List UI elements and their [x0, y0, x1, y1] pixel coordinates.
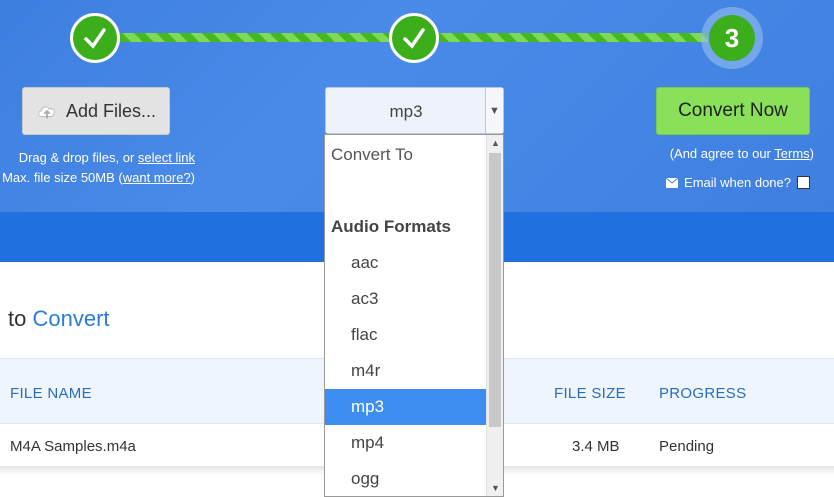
- agree-prefix: (And agree to our: [669, 146, 775, 161]
- dropdown-placeholder[interactable]: Convert To: [325, 137, 487, 173]
- format-select-value: mp3: [389, 102, 423, 121]
- agree-suffix: ): [809, 146, 814, 161]
- upload-hint: Drag & drop files, or select link Max. f…: [0, 148, 195, 188]
- dropdown-option-ogg[interactable]: ogg: [325, 461, 487, 496]
- mail-icon: [666, 177, 679, 188]
- dropdown-scrollbar[interactable]: ▲ ▼: [486, 135, 503, 496]
- want-more-link[interactable]: want more?: [123, 170, 191, 185]
- section-title-accent: Convert: [32, 306, 110, 331]
- column-file-name: FILE NAME: [10, 385, 92, 402]
- max-size-text: Max. file size 50MB (: [2, 170, 123, 185]
- step-3-current: 3: [701, 7, 763, 69]
- check-icon: [403, 28, 425, 49]
- convert-now-button[interactable]: Convert Now: [656, 87, 810, 135]
- step-1-complete: [70, 13, 120, 63]
- select-link[interactable]: select link: [138, 150, 195, 165]
- step-3-number: 3: [709, 15, 755, 61]
- dropdown-option-m4r[interactable]: m4r: [325, 353, 487, 389]
- email-checkbox[interactable]: [797, 176, 810, 189]
- step-2-complete: [389, 13, 439, 63]
- cloud-upload-icon: [38, 106, 55, 119]
- column-progress: PROGRESS: [659, 385, 747, 402]
- email-when-done-row: Email when done?: [640, 175, 810, 190]
- add-files-label: Add Files...: [65, 100, 157, 121]
- format-dropdown-list[interactable]: Convert To Audio Formats aac ac3 flac m4…: [324, 134, 504, 497]
- row-file-name: M4A Samples.m4a: [10, 438, 136, 455]
- max-size-close: ): [190, 170, 195, 185]
- terms-link[interactable]: Terms: [774, 146, 809, 161]
- dropdown-option-mp4[interactable]: mp4: [325, 425, 487, 461]
- row-progress: Pending: [659, 438, 715, 455]
- dropdown-group-header: Audio Formats: [331, 217, 451, 236]
- dropdown-option-ac3[interactable]: ac3: [325, 281, 487, 317]
- chevron-down-icon[interactable]: ▼: [485, 88, 503, 133]
- add-files-button[interactable]: Add Files...: [22, 87, 170, 135]
- column-file-size: FILE SIZE: [554, 385, 626, 402]
- scroll-thumb[interactable]: [489, 153, 501, 427]
- check-icon: [84, 28, 106, 49]
- progress-line-2: [438, 33, 708, 42]
- progress-line-1: [120, 33, 394, 42]
- dropdown-option-aac[interactable]: aac: [325, 245, 487, 281]
- terms-agreement: (And agree to our Terms): [644, 146, 814, 161]
- scroll-down-icon[interactable]: ▼: [487, 480, 503, 496]
- row-file-size: 3.4 MB: [572, 438, 620, 455]
- dropdown-option-mp3[interactable]: mp3: [325, 389, 487, 425]
- section-title-prefix: to: [8, 306, 27, 331]
- dropdown-option-flac[interactable]: flac: [325, 317, 487, 353]
- scroll-up-icon[interactable]: ▲: [487, 135, 503, 151]
- format-select[interactable]: mp3 ▼: [325, 87, 504, 134]
- email-when-done-label: Email when done?: [684, 175, 791, 190]
- section-title: to Convert: [8, 306, 110, 332]
- drag-drop-text: Drag & drop files, or: [18, 150, 135, 165]
